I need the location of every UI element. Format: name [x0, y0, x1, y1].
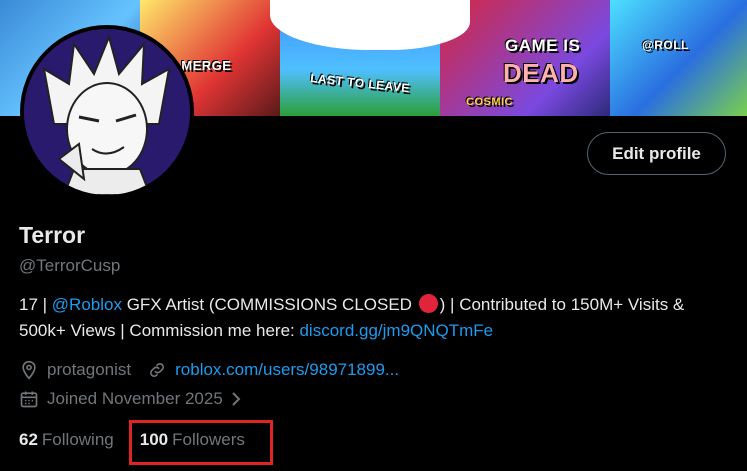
banner-text: DEAD: [503, 58, 579, 88]
followers-highlight-box: [129, 420, 273, 465]
link-icon: [147, 360, 167, 380]
following-stat[interactable]: 62 Following: [19, 430, 114, 450]
profile-meta-row: protagonist roblox.com/users/98971899...: [19, 360, 399, 380]
bio-text: 17 |: [19, 295, 52, 314]
banner-text: @ROLL: [642, 38, 689, 52]
profile-name: Terror: [19, 222, 86, 248]
calendar-icon: [19, 389, 39, 409]
mention-link[interactable]: @Roblox: [52, 295, 122, 314]
following-count: 62: [19, 430, 38, 449]
joined-text[interactable]: Joined November 2025: [47, 389, 223, 409]
website-link[interactable]: roblox.com/users/98971899...: [175, 360, 399, 380]
location-text: protagonist: [47, 360, 132, 379]
avatar-image: [24, 29, 190, 195]
banner-tile: [610, 0, 747, 116]
location-pin-icon: [19, 360, 39, 380]
edit-profile-button[interactable]: Edit profile: [587, 132, 726, 175]
bio-link[interactable]: discord.gg/jm9QNQTmFe: [299, 321, 493, 340]
bio-text: GFX Artist (COMMISSIONS CLOSED: [121, 295, 417, 314]
banner-text: COSMIC: [466, 96, 513, 108]
chevron-right-icon[interactable]: [229, 389, 243, 409]
profile-meta-row: Joined November 2025: [19, 389, 251, 409]
banner-text: GAME IS: [505, 36, 581, 55]
red-circle-emoji: [418, 294, 438, 313]
profile-bio: 17 | @Roblox GFX Artist (COMMISSIONS CLO…: [19, 292, 719, 344]
profile-handle: @TerrorCusp: [19, 256, 121, 275]
avatar[interactable]: [20, 25, 194, 199]
following-label: Following: [41, 430, 114, 449]
